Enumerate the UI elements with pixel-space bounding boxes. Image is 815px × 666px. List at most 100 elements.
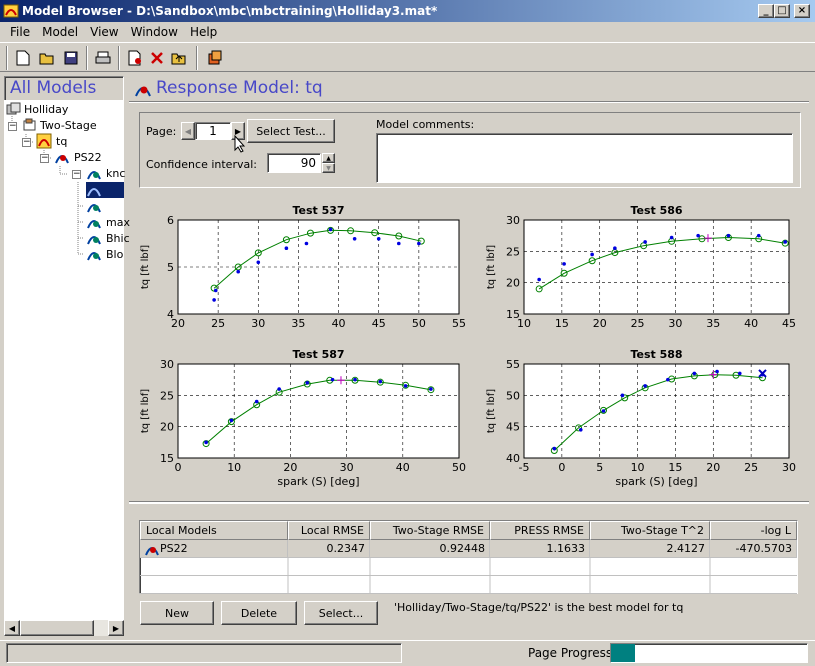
tree-label: tq: [56, 134, 68, 148]
tree-horizontal-scrollbar[interactable]: ◀ ▶: [4, 620, 124, 636]
divider: [129, 501, 809, 503]
collapse-icon[interactable]: −: [8, 122, 17, 131]
model-tree[interactable]: Holliday − Two-Stage − tq − PS22 − knc m…: [4, 100, 130, 620]
scroll-left-icon[interactable]: ◀: [4, 620, 20, 636]
data-point: [620, 393, 625, 398]
column-header[interactable]: Local Models: [140, 521, 288, 540]
menu-view[interactable]: View: [84, 23, 124, 41]
x-tick-label: 40: [332, 317, 346, 330]
test-plots[interactable]: 20 25 30 35 40 45 50 55456Test 537tq [ft lbf]10…: [129, 193, 809, 501]
tree-node-child[interactable]: [86, 198, 102, 214]
toolbar: [0, 42, 815, 72]
close-button[interactable]: ×: [794, 4, 810, 18]
data-point: [643, 240, 647, 244]
page-input[interactable]: 1: [195, 122, 231, 140]
table-row[interactable]: PS22 0.2347 0.92448 1.1633 2.4127 -470.5…: [140, 540, 797, 558]
x-tick-label: 20: [706, 461, 720, 474]
data-point: [277, 387, 281, 391]
spin-up-icon[interactable]: ▲: [322, 153, 335, 163]
tree-node-tq[interactable]: tq: [36, 133, 67, 149]
menu-model[interactable]: Model: [36, 23, 84, 41]
local-model-icon: [87, 220, 101, 229]
tree-node-knot[interactable]: knc: [86, 165, 125, 181]
window-title: Model Browser - D:\Sandbox\mbc\mbctraini…: [22, 4, 438, 18]
minimize-button[interactable]: _: [758, 4, 774, 18]
x-tick-label: 45: [782, 317, 796, 330]
data-point: [378, 379, 383, 384]
new-file-icon[interactable]: [12, 47, 34, 69]
status-message: [6, 643, 402, 663]
data-point: [666, 377, 670, 382]
open-folder-icon[interactable]: [36, 47, 58, 69]
tree-node-two-stage[interactable]: Two-Stage: [22, 117, 97, 133]
x-tick-label: 30: [340, 461, 354, 474]
data-point: [352, 237, 357, 241]
save-icon[interactable]: [60, 47, 82, 69]
chart-4[interactable]: -5 0 5 10 15 20 25 30 40 45 50 55 Test 588 tq [ft lbf…: [486, 348, 796, 488]
collapse-icon[interactable]: −: [72, 170, 81, 179]
y-tick-label: 25: [160, 389, 174, 402]
select-button[interactable]: Select...: [304, 601, 378, 625]
scroll-thumb[interactable]: [20, 620, 94, 636]
local-model-icon: [87, 188, 101, 197]
select-test-button[interactable]: Select Test...: [247, 119, 335, 143]
data-point: [396, 241, 401, 246]
local-models-table[interactable]: Local Models Local RMSE Two-Stage RMSE P…: [139, 520, 798, 594]
spin-down-icon[interactable]: ▼: [322, 163, 335, 173]
design-editor-icon[interactable]: [204, 47, 226, 69]
tree-node-blo[interactable]: Blo: [86, 246, 123, 262]
column-header[interactable]: Local RMSE: [288, 521, 370, 540]
x-axis-label: spark (S) [deg]: [277, 475, 359, 488]
comments-label: Model comments:: [376, 118, 475, 131]
chart-3[interactable]: 0 10 20 30 40 50 15 20 25 30 Test 587 tq [ft lbf] sp…: [140, 348, 466, 488]
column-header[interactable]: Two-Stage T^2: [590, 521, 710, 540]
tree-node-holliday[interactable]: Holliday: [6, 101, 68, 117]
test-info-panel: Page: ◀ 1 ▶ Select Test... Confidence in…: [139, 112, 801, 188]
page-prev-icon[interactable]: ◀: [181, 122, 195, 140]
collapse-icon[interactable]: −: [22, 138, 31, 147]
maximize-button[interactable]: □: [774, 4, 790, 18]
tree-node-max[interactable]: max: [86, 214, 130, 230]
new-model-icon[interactable]: [124, 47, 146, 69]
scroll-right-icon[interactable]: ▶: [108, 620, 124, 636]
up-level-icon[interactable]: [168, 47, 190, 69]
tree-node-bhic[interactable]: Bhic: [86, 230, 130, 246]
data-point: [353, 377, 357, 382]
tree-label: max: [106, 215, 130, 229]
chart-2[interactable]: 10 15 20 25 30 35 40 4515202530Test 586tq [ft l…: [486, 204, 796, 330]
comments-textarea[interactable]: [376, 133, 793, 183]
x-tick-label: 15: [668, 461, 682, 474]
divider: [129, 101, 809, 103]
local-model-icon: [87, 204, 101, 213]
y-tick-label: 50: [506, 389, 520, 402]
tree-node-selected-child[interactable]: [86, 182, 124, 198]
data-point: [578, 428, 583, 432]
menu-file[interactable]: File: [4, 23, 36, 41]
data-point: [417, 241, 421, 246]
status-bar: Page Progress:: [0, 640, 815, 666]
column-header[interactable]: PRESS RMSE: [490, 521, 590, 540]
new-button[interactable]: New: [140, 601, 214, 625]
delete-button[interactable]: Delete: [221, 601, 297, 625]
collapse-icon[interactable]: −: [40, 154, 49, 163]
data-point: [590, 252, 594, 257]
y-tick-label: 4: [167, 308, 174, 321]
print-icon[interactable]: [92, 47, 114, 69]
menu-window[interactable]: Window: [125, 23, 184, 41]
data-point: [254, 399, 259, 404]
menu-help[interactable]: Help: [184, 23, 223, 41]
confidence-input[interactable]: 90: [267, 153, 321, 173]
delete-icon[interactable]: [146, 47, 168, 69]
y-axis-label: tq [ft lbf]: [486, 245, 497, 289]
toolbar-separator: [86, 46, 88, 70]
tree-header: All Models: [10, 78, 97, 98]
empty-rows: [140, 558, 797, 594]
tree-node-ps22[interactable]: PS22: [54, 149, 102, 165]
column-header[interactable]: -log L: [710, 521, 797, 540]
table-cell: PS22: [140, 540, 288, 558]
chart-1[interactable]: 20 25 30 35 40 45 50 55456Test 537tq [ft lbf]: [140, 204, 466, 330]
column-header[interactable]: Two-Stage RMSE: [370, 521, 490, 540]
data-point: [376, 237, 381, 241]
table-cell: 0.2347: [288, 540, 370, 558]
main-header: Response Model: tq: [130, 76, 810, 100]
